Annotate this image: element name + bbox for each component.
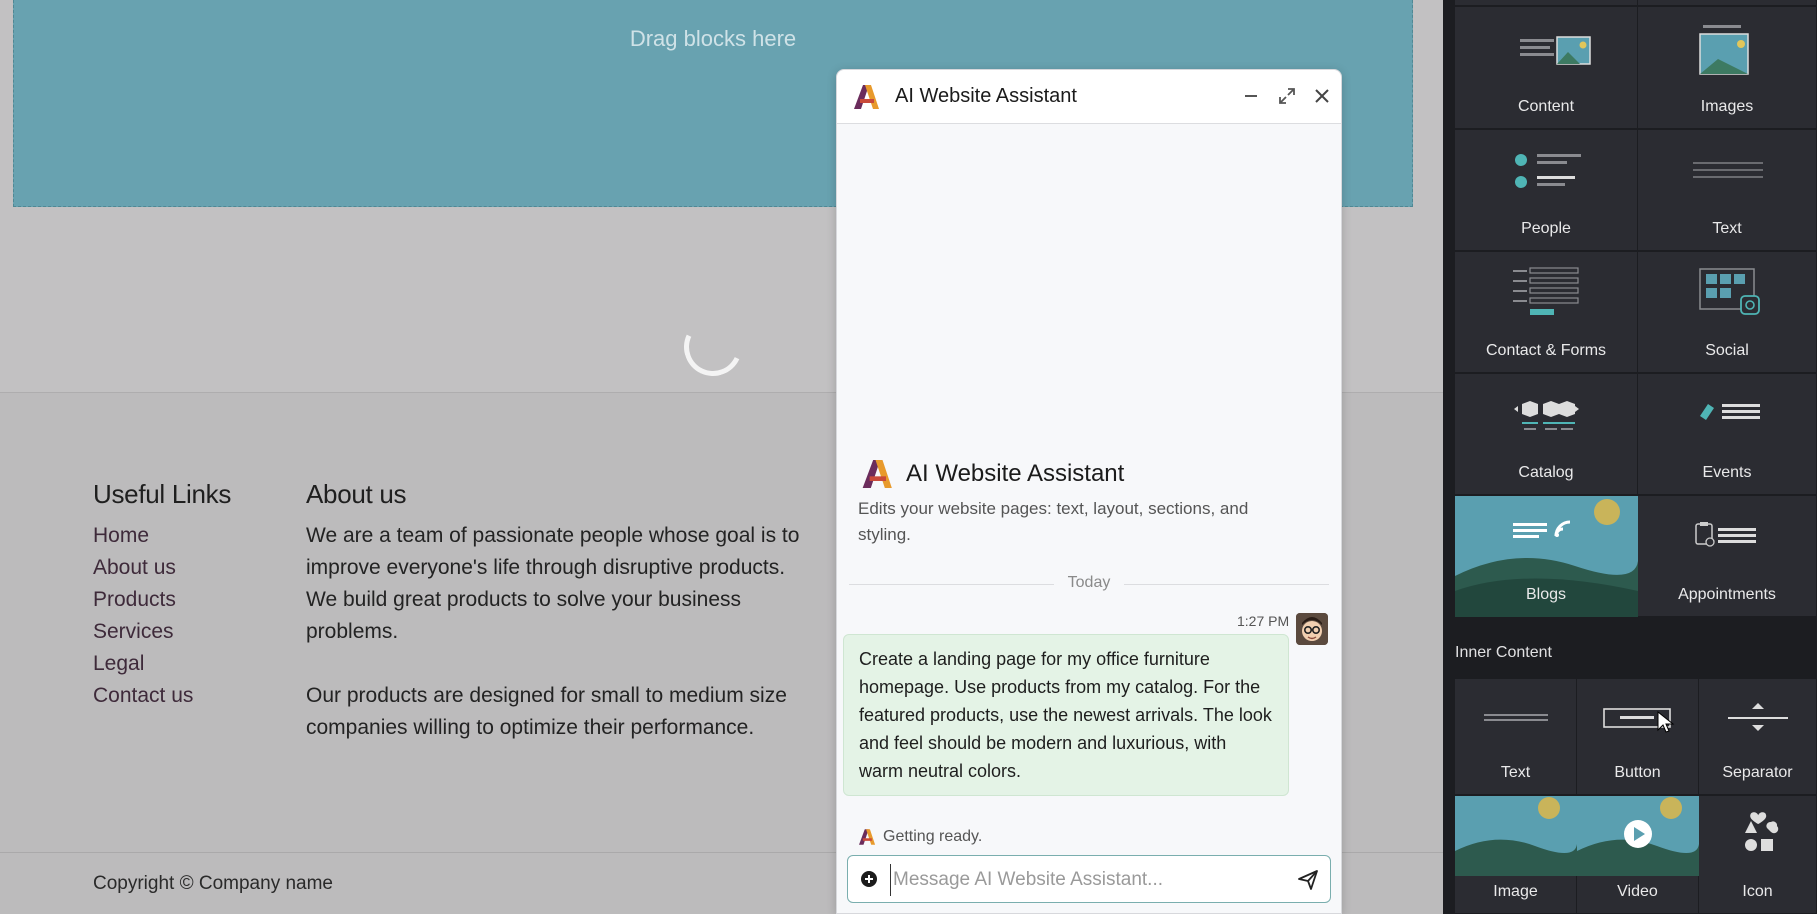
inner-block-icon[interactable]: Icon [1699, 796, 1817, 914]
footer-link-contact-us[interactable]: Contact us [93, 680, 231, 712]
intro-description: Edits your website pages: text, layout, … [858, 499, 1249, 544]
inner-button-icon [1603, 708, 1671, 728]
appointments-block-icon [1695, 522, 1756, 547]
blocks-panel: Content Images People Text Contact & For… [1443, 0, 1817, 914]
footer-link-services[interactable]: Services [93, 616, 231, 648]
block-social[interactable]: Social [1638, 252, 1817, 373]
minimize-button[interactable] [1237, 82, 1265, 110]
about-us-column: About us We are a team of passionate peo… [306, 479, 806, 776]
block-label: Text [1712, 220, 1742, 237]
contact-forms-block-icon [1513, 267, 1579, 315]
close-icon [1315, 89, 1329, 103]
block-tile-partial [1638, 0, 1817, 6]
block-label: Catalog [1518, 464, 1574, 481]
useful-links-title: Useful Links [93, 479, 232, 509]
copyright-text: Copyright © Company name [93, 873, 333, 894]
inner-text-icon [1484, 714, 1548, 721]
block-label: Content [1517, 98, 1575, 115]
block-label: Button [1614, 764, 1661, 781]
block-content[interactable]: Content [1455, 7, 1638, 129]
block-images[interactable]: Images [1638, 7, 1817, 129]
useful-links-column: Useful Links Home About us Products Serv… [93, 479, 231, 712]
status-text: Getting ready. [883, 828, 983, 845]
separator-icon [1728, 703, 1788, 731]
block-events[interactable]: Events [1638, 374, 1817, 495]
expand-button[interactable] [1273, 82, 1301, 110]
block-label: Events [1702, 464, 1752, 481]
icon-shapes-icon [1745, 812, 1779, 851]
block-appointments[interactable]: Appointments [1638, 496, 1817, 617]
close-button[interactable] [1308, 82, 1336, 110]
dropzone-text: Drag blocks here [629, 26, 797, 51]
message-timestamp: 1:27 PM [1237, 613, 1290, 629]
block-blogs[interactable]: Blogs [1455, 496, 1638, 617]
inner-block-image[interactable]: Image [1455, 796, 1577, 914]
footer-link-products[interactable]: Products [93, 584, 231, 616]
footer-link-about-us[interactable]: About us [93, 552, 231, 584]
send-icon[interactable] [1296, 868, 1320, 892]
block-tile-partial [1455, 0, 1638, 6]
avatar-icon [1296, 613, 1328, 645]
ai-logo-icon [862, 460, 892, 488]
block-label: Video [1617, 883, 1658, 900]
block-label: Icon [1742, 883, 1773, 900]
inner-image-icon [1455, 796, 1577, 876]
images-block-icon [1699, 25, 1749, 75]
footer-link-legal[interactable]: Legal [93, 648, 231, 680]
expand-icon [1279, 88, 1295, 104]
block-catalog[interactable]: Catalog [1455, 374, 1638, 495]
inner-block-separator[interactable]: Separator [1699, 679, 1817, 795]
about-paragraph: We are a team of passionate people whose… [306, 524, 800, 643]
chat-title: AI Website Assistant [895, 85, 1077, 107]
user-avatar[interactable] [1296, 613, 1328, 645]
block-label: Image [1493, 883, 1538, 900]
inner-block-button[interactable]: Button [1577, 679, 1699, 795]
social-block-icon [1699, 268, 1760, 315]
inner-block-video[interactable]: Video [1577, 796, 1699, 914]
block-text[interactable]: Text [1638, 130, 1817, 251]
footer-link-home[interactable]: Home [93, 520, 231, 552]
intro-title: AI Website Assistant [906, 460, 1125, 487]
loading-spinner [675, 309, 751, 385]
date-divider-label: Today [1067, 574, 1111, 591]
about-us-title: About us [306, 479, 407, 509]
block-label: Blogs [1525, 586, 1567, 603]
block-label: Images [1700, 98, 1754, 115]
block-contact-forms[interactable]: Contact & Forms [1455, 252, 1638, 373]
message-composer [847, 855, 1331, 903]
inner-content-section-label: Inner Content [1455, 644, 1552, 661]
ai-logo-icon [859, 829, 876, 845]
block-label: Social [1705, 342, 1749, 359]
ai-assistant-chat-window: AI Website Assistant AI Website Assistan… [836, 69, 1342, 914]
catalog-block-icon [1514, 401, 1579, 430]
block-label: Contact & Forms [1485, 342, 1607, 359]
chat-header: AI Website Assistant [837, 70, 1341, 124]
block-label: Appointments [1678, 586, 1776, 603]
assistant-status: Getting ready. [859, 828, 982, 846]
block-label: Separator [1722, 764, 1793, 781]
user-message-bubble: Create a landing page for my office furn… [843, 634, 1289, 796]
events-block-icon [1700, 404, 1760, 420]
block-label: People [1521, 220, 1571, 237]
block-label: Text [1500, 764, 1531, 781]
date-divider: Today [849, 574, 1329, 594]
about-paragraph: Our products are designed for small to m… [306, 684, 787, 739]
minimize-icon [1245, 95, 1257, 97]
message-input[interactable] [890, 864, 1285, 896]
text-block-icon [1693, 162, 1763, 178]
people-block-icon [1515, 154, 1581, 188]
attach-plus-icon[interactable] [859, 869, 879, 889]
inner-block-text[interactable]: Text [1455, 679, 1577, 795]
content-block-icon [1520, 36, 1591, 65]
inner-video-icon [1577, 796, 1699, 876]
mouse-cursor-icon [1657, 711, 1675, 733]
block-people[interactable]: People [1455, 130, 1638, 251]
ai-logo-icon [854, 85, 879, 109]
